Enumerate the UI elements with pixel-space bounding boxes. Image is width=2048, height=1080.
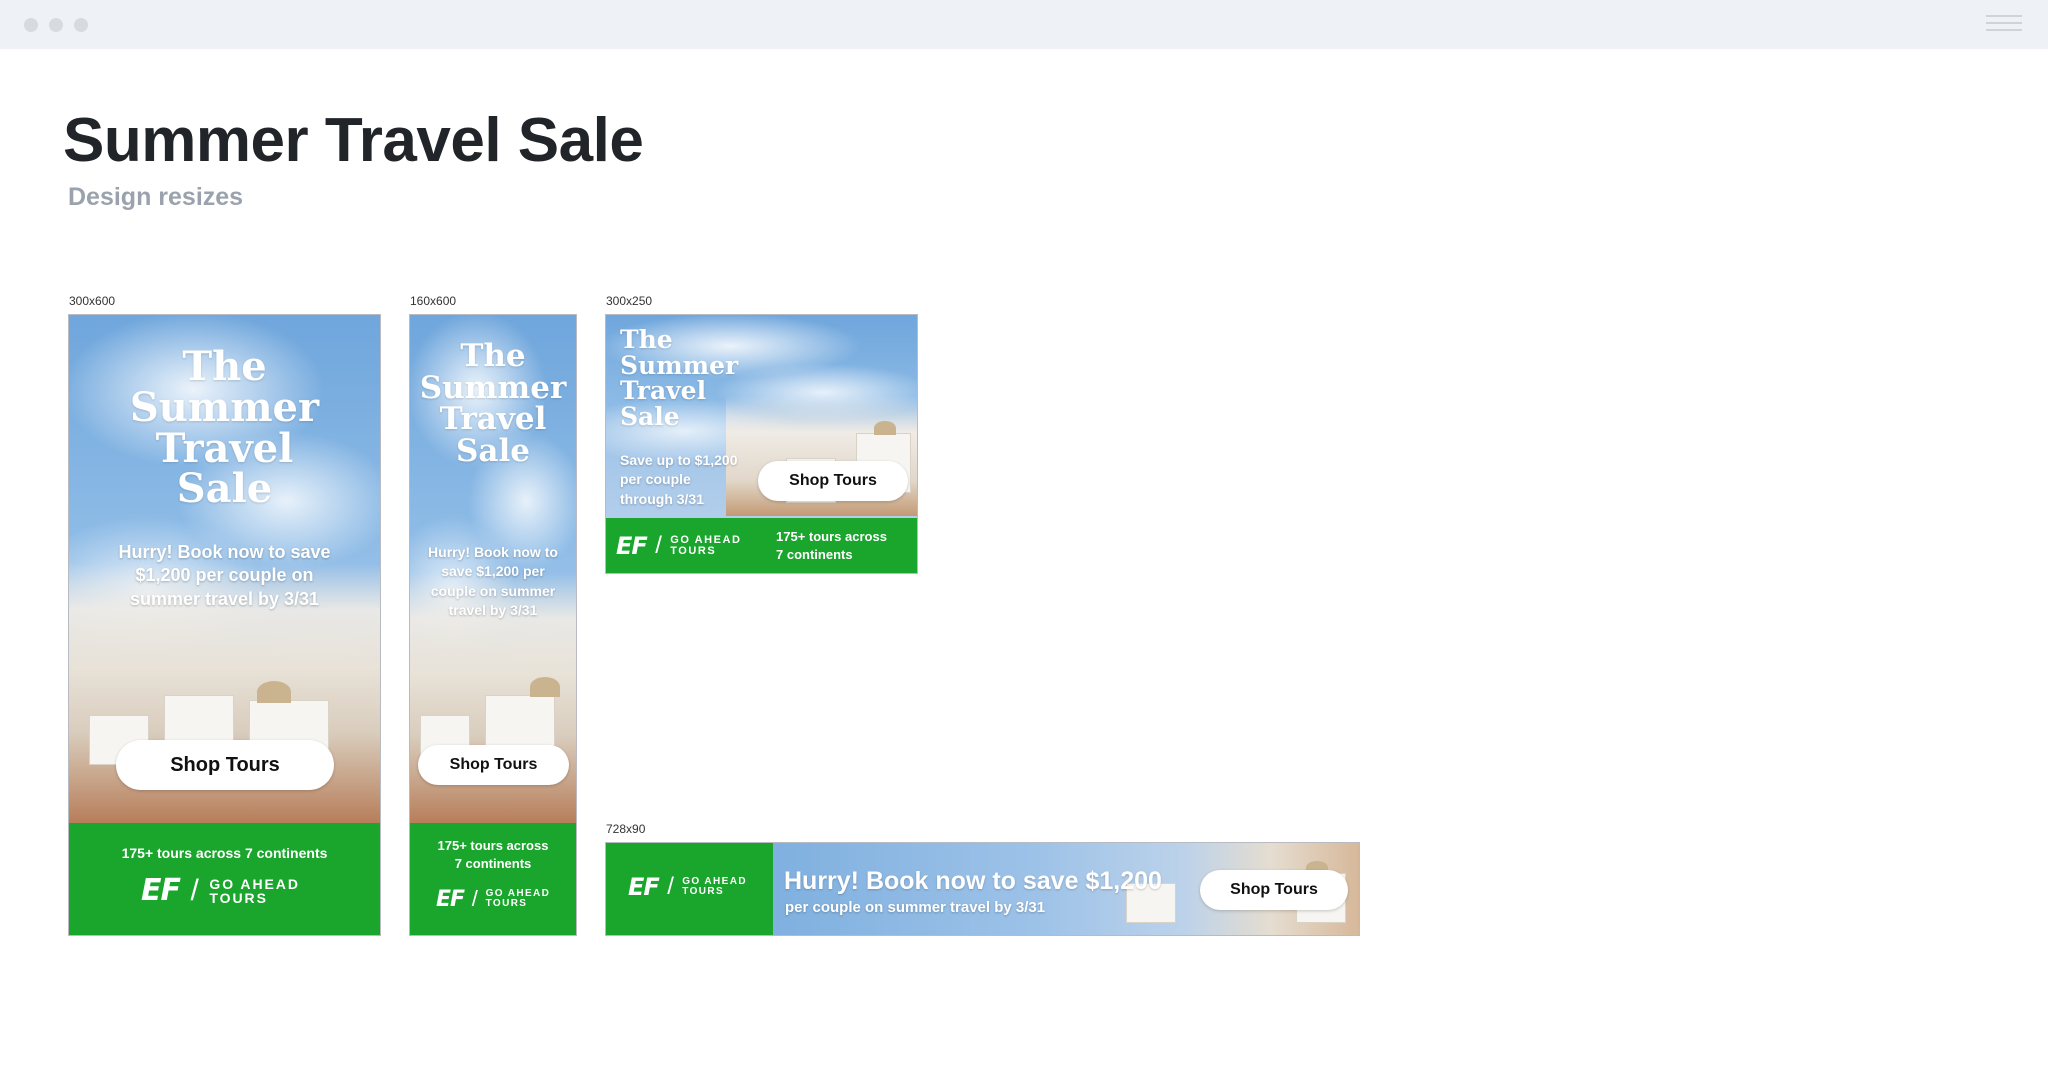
ad-footer-green: EF / GO AHEAD TOURS 175+ tours across 7 … bbox=[606, 518, 917, 573]
ad-160x600[interactable]: The Summer Travel Sale Hurry! Book now t… bbox=[409, 314, 577, 936]
ad-728x90[interactable]: EF / GO AHEAD TOURS Hurry! Book now to s… bbox=[605, 842, 1360, 936]
tours-count-text: 175+ tours across 7 continents bbox=[121, 845, 328, 861]
window-zoom-dot[interactable] bbox=[74, 18, 88, 32]
ad-size-label-300x250: 300x250 bbox=[606, 294, 653, 308]
page-title: Summer Travel Sale bbox=[63, 106, 644, 175]
ad-headline-line: Travel bbox=[155, 424, 294, 472]
ef-go-ahead-tours-logo: EF / GO AHEAD TOURS bbox=[141, 873, 300, 908]
ad-headline-line: The bbox=[620, 325, 673, 354]
ad-300x600[interactable]: The Summer Travel Sale Hurry! Book now t… bbox=[68, 314, 381, 936]
ad-headline: Hurry! Book now to save $1,200 bbox=[784, 867, 1162, 895]
logo-text-line: TOURS bbox=[670, 545, 717, 557]
logo-text-line: TOURS bbox=[209, 889, 268, 906]
ad-body-line: per couple bbox=[620, 471, 691, 488]
ad-headline: The Summer Travel Sale bbox=[620, 327, 738, 429]
shop-tours-button[interactable]: Shop Tours bbox=[116, 740, 334, 790]
tours-text-line: 175+ tours across bbox=[776, 529, 887, 544]
ad-body-line: save $1,200 per bbox=[441, 563, 545, 580]
ad-headline-line: Summer bbox=[129, 383, 320, 431]
ef-go-ahead-tours-logo: EF / GO AHEAD TOURS bbox=[616, 532, 742, 560]
ad-dome-shape bbox=[257, 681, 291, 703]
ad-footer-green: 175+ tours across 7 continents EF / GO A… bbox=[410, 823, 576, 935]
ad-body-copy: Hurry! Book now to save $1,200 per coupl… bbox=[410, 543, 576, 620]
ad-body-copy: Save up to $1,200 per couple through 3/3… bbox=[620, 451, 738, 509]
ad-body-copy: per couple on summer travel by 3/31 bbox=[785, 899, 1046, 916]
tours-text-line: 175+ tours across bbox=[437, 838, 549, 853]
window-close-dot[interactable] bbox=[24, 18, 38, 32]
ad-headline-line: Sale bbox=[620, 401, 680, 431]
ad-headline-line: The bbox=[460, 338, 526, 374]
ad-headline-line: Travel bbox=[439, 401, 547, 438]
window-minimize-dot[interactable] bbox=[49, 18, 63, 32]
ad-headline-line: Travel bbox=[620, 376, 707, 405]
ad-body-line: summer travel by 3/31 bbox=[129, 588, 320, 609]
ad-headline-line: Sale bbox=[456, 432, 530, 469]
shop-tours-button[interactable]: Shop Tours bbox=[1200, 870, 1348, 910]
ad-body-line: through 3/31 bbox=[620, 490, 705, 507]
ad-body-line: Hurry! Book now to bbox=[428, 544, 558, 560]
ad-headline: The Summer Travel Sale bbox=[69, 343, 380, 513]
ad-body-line: couple on summer bbox=[430, 582, 556, 599]
ad-headline: The Summer Travel Sale bbox=[410, 338, 576, 469]
ad-footer-green: 175+ tours across 7 continents EF / GO A… bbox=[69, 823, 380, 935]
tours-text-line: 7 continents bbox=[454, 855, 532, 871]
ad-body-line: $1,200 per couple on bbox=[135, 565, 314, 586]
ad-body-line: Save up to $1,200 bbox=[620, 452, 738, 468]
ad-dome-shape bbox=[874, 421, 896, 435]
ad-body-copy: Hurry! Book now to save $1,200 per coupl… bbox=[69, 541, 380, 611]
logo-text-line: TOURS bbox=[682, 886, 725, 897]
ef-logo-mark: EF bbox=[628, 873, 660, 901]
ef-logo-mark: EF bbox=[616, 532, 648, 560]
tours-count-text: 175+ tours across 7 continents bbox=[776, 528, 887, 563]
ad-dome-shape bbox=[530, 677, 560, 697]
browser-chrome bbox=[0, 0, 2048, 49]
tours-count-text: 175+ tours across 7 continents bbox=[410, 837, 576, 872]
tours-text-line: 7 continents bbox=[776, 546, 853, 562]
ad-300x250[interactable]: The Summer Travel Sale Save up to $1,200… bbox=[605, 314, 918, 574]
ad-headline-line: Sale bbox=[176, 465, 273, 513]
ad-size-label-728x90: 728x90 bbox=[606, 822, 646, 836]
hamburger-menu-icon[interactable] bbox=[1986, 15, 2022, 33]
ef-logo-mark: EF bbox=[141, 873, 181, 908]
ad-size-label-160x600: 160x600 bbox=[410, 294, 457, 308]
shop-tours-button[interactable]: Shop Tours bbox=[418, 745, 569, 785]
ef-go-ahead-tours-logo: EF / GO AHEAD TOURS bbox=[628, 873, 747, 901]
ef-logo-mark: EF bbox=[436, 886, 465, 912]
logo-text-line: GO AHEAD bbox=[209, 875, 300, 892]
ad-headline-line: The bbox=[182, 343, 267, 390]
logo-text-line: TOURS bbox=[485, 898, 528, 909]
ad-headline-line: Summer bbox=[419, 369, 567, 406]
ad-logo-panel-green: EF / GO AHEAD TOURS bbox=[606, 843, 773, 935]
ad-headline-line: Summer bbox=[620, 350, 739, 380]
ad-body-line: Hurry! Book now to save bbox=[118, 542, 331, 562]
ad-body-line: travel by 3/31 bbox=[448, 601, 538, 618]
ef-go-ahead-tours-logo: EF / GO AHEAD TOURS bbox=[436, 886, 551, 912]
shop-tours-button[interactable]: Shop Tours bbox=[758, 461, 908, 501]
page-subtitle: Design resizes bbox=[68, 183, 244, 211]
ad-size-label-300x600: 300x600 bbox=[69, 294, 116, 308]
